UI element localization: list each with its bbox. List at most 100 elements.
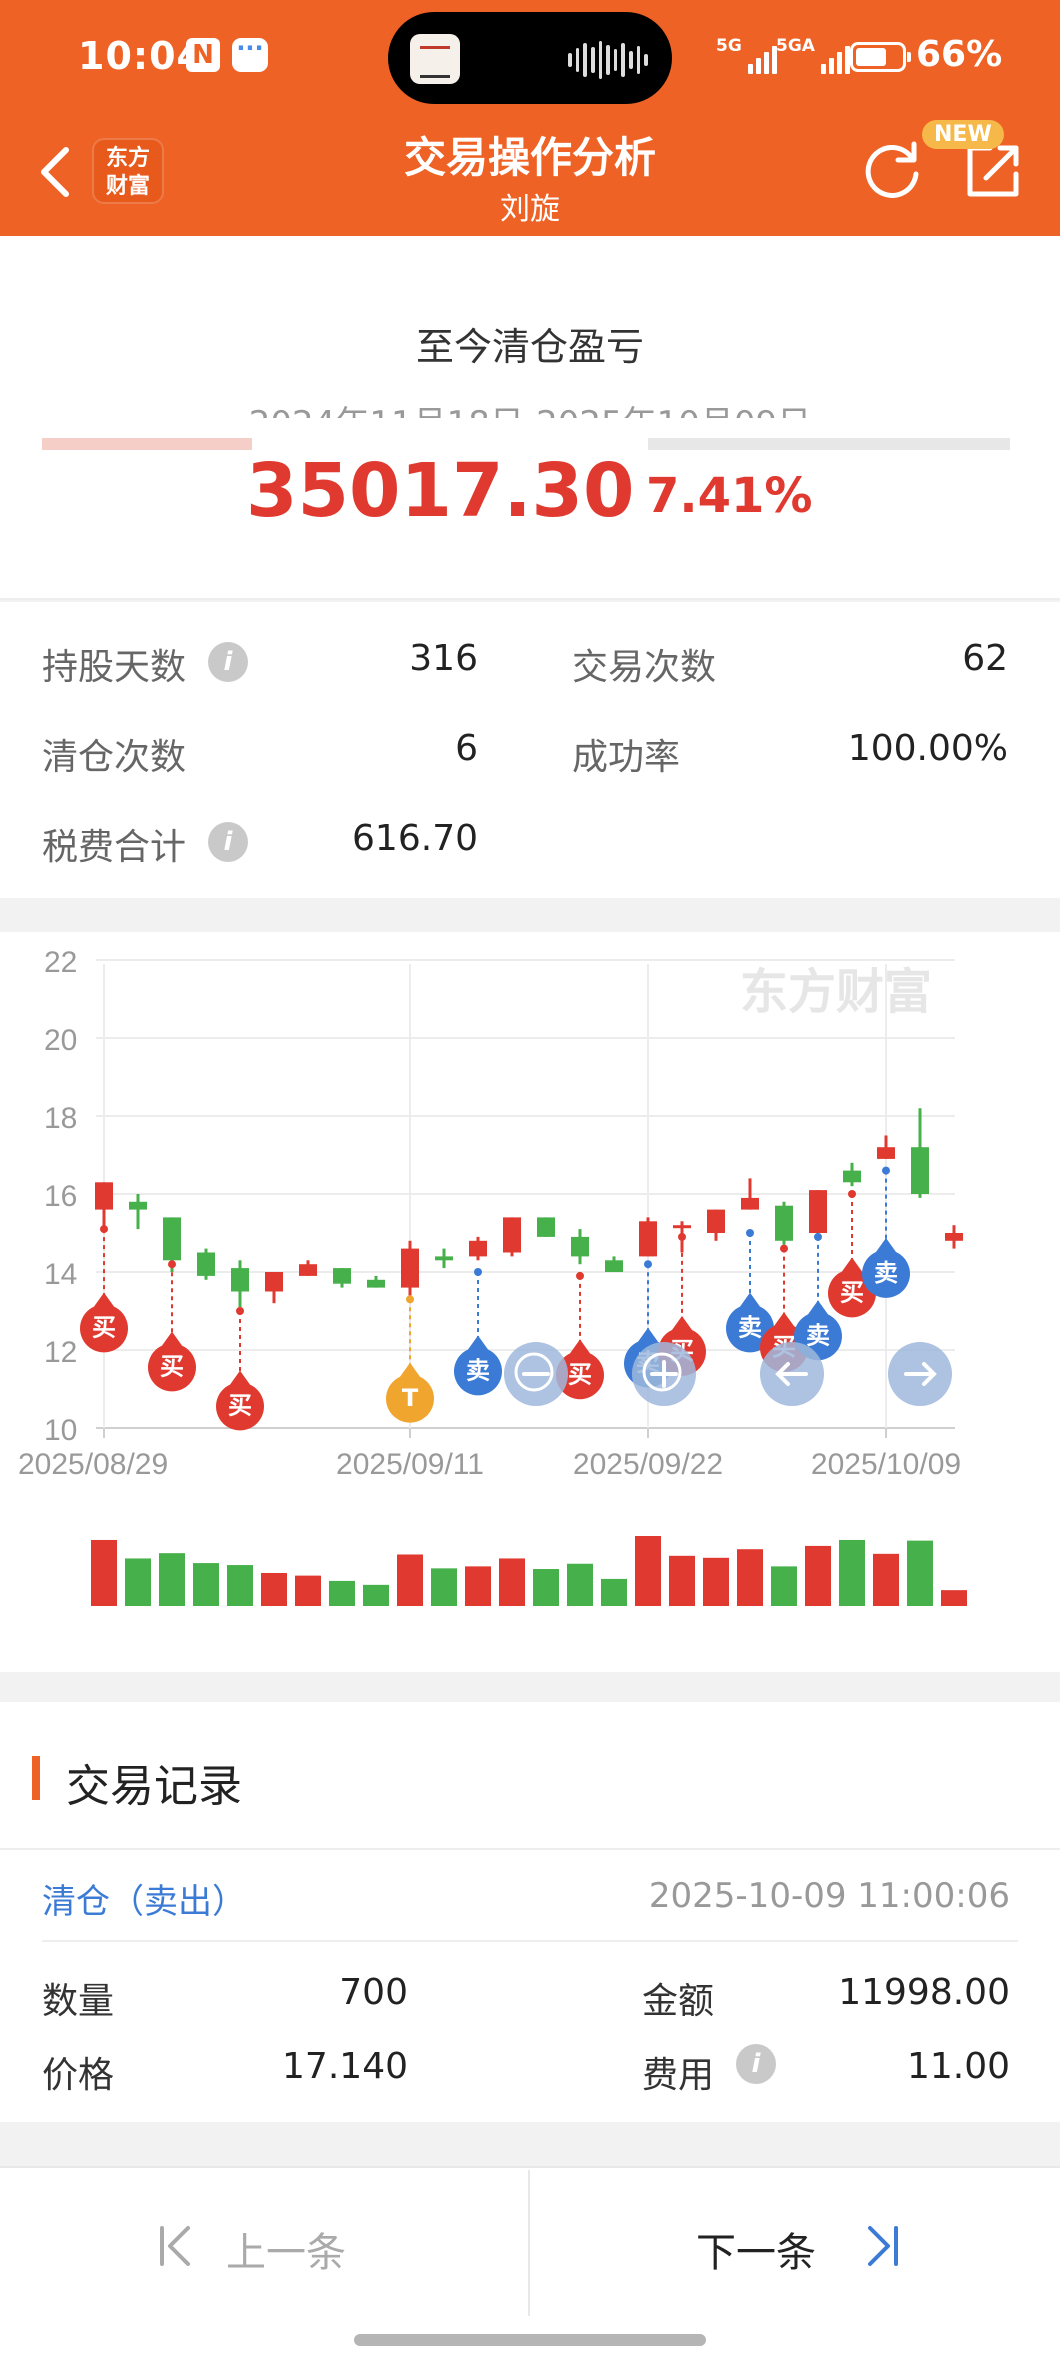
- zoom-in-icon[interactable]: [632, 1342, 696, 1406]
- candle-body: [299, 1264, 317, 1276]
- candle-body: [571, 1236, 589, 1257]
- volume-bar: [771, 1566, 797, 1606]
- candle-body: [197, 1252, 215, 1276]
- volume-bar: [907, 1540, 933, 1606]
- refresh-icon[interactable]: [860, 136, 926, 202]
- stats-panel: 持股天数 316 i 交易次数 62 清仓次数 6 成功率 100.00% 税费…: [0, 602, 1060, 1282]
- stat-fee-total: 税费合计 616.70: [42, 818, 478, 868]
- marker-anchor: [780, 1244, 788, 1253]
- fee-info-icon[interactable]: i: [736, 2044, 776, 2084]
- candle-body: [911, 1147, 929, 1194]
- marker-anchor: [100, 1225, 108, 1234]
- trade-marker-label: 买: [228, 1392, 252, 1420]
- x-tick-label: 2025/10/09: [811, 1448, 961, 1481]
- kline-chart[interactable]: 10 12 14 16 18 20 22 东方财富 2025/08/29 2025/09/11 20…: [0, 932, 1060, 1672]
- candle-body: [673, 1225, 691, 1229]
- records-title: 交易记录: [66, 1761, 242, 1812]
- app-header: 10:04 N 5G 5GA 66% 东方财富 交易操作分析 刘旋 NEW: [0, 0, 1060, 236]
- candle-body: [231, 1268, 249, 1292]
- message-icon: [232, 34, 268, 72]
- signal-5ga-icon: 5GA: [776, 36, 850, 74]
- candle-body: [333, 1268, 351, 1284]
- volume-bar: [261, 1572, 287, 1606]
- new-badge: NEW: [922, 120, 1004, 149]
- volume-bar: [499, 1558, 525, 1606]
- volume-bar: [125, 1558, 151, 1606]
- share-icon[interactable]: [962, 140, 1024, 202]
- stat-label: 税费合计: [42, 827, 187, 868]
- trade-marker-label: 买: [92, 1314, 116, 1342]
- fee-info-icon[interactable]: i: [208, 822, 248, 862]
- next-record-button[interactable]: 下一条: [532, 2168, 1060, 2318]
- candle-body: [163, 1217, 181, 1261]
- stat-label: 清仓次数: [42, 737, 187, 778]
- record-value: 11998.00: [838, 1972, 1010, 2013]
- y-tick-label: 22: [44, 946, 77, 979]
- candle-body: [809, 1190, 827, 1233]
- record-fee: 费用 11.00: [642, 2046, 1010, 2096]
- stat-label: 交易次数: [572, 647, 717, 688]
- marker-anchor: [474, 1268, 482, 1276]
- summary-profit: 35017.30: [246, 448, 635, 534]
- stat-value: 100.00%: [847, 728, 1008, 769]
- bottom-nav: 上一条 下一条: [0, 2166, 1060, 2376]
- record-amount: 金额 11998.00: [642, 1972, 1010, 2022]
- candle-body: [639, 1221, 657, 1257]
- stat-hold-days: 持股天数 316: [42, 638, 478, 688]
- marker-anchor: [814, 1232, 822, 1241]
- record-label: 金额: [642, 1981, 715, 2022]
- stat-value: 6: [455, 728, 478, 769]
- audio-wave-icon: [568, 40, 649, 80]
- volume-bar: [193, 1563, 219, 1606]
- divider: [528, 2170, 530, 2316]
- prev-label: 上一条: [226, 2230, 346, 2276]
- next-label: 下一条: [696, 2230, 816, 2276]
- volume-bar: [737, 1549, 763, 1606]
- divider: [0, 598, 1060, 600]
- stat-label: 持股天数: [42, 647, 187, 688]
- music-app-icon: [410, 34, 460, 84]
- signal-5g-icon: 5G: [716, 36, 777, 74]
- candle-body: [843, 1170, 861, 1183]
- volume-bar: [465, 1566, 491, 1606]
- stat-label: 成功率: [572, 737, 681, 778]
- trade-marker-label: 卖: [738, 1314, 762, 1342]
- arrow-right-icon[interactable]: [888, 1342, 952, 1406]
- next-record-peek: [0, 418, 1060, 458]
- divider: [42, 1940, 1018, 1942]
- marker-anchor: [406, 1295, 414, 1304]
- trade-marker-label: 买: [160, 1353, 184, 1381]
- volume-bar: [839, 1539, 865, 1606]
- zoom-out-icon[interactable]: [504, 1342, 568, 1406]
- marker-anchor: [644, 1260, 652, 1269]
- candle-body: [469, 1240, 487, 1257]
- prev-record-button[interactable]: 上一条: [0, 2168, 528, 2318]
- candle-body: [435, 1256, 453, 1261]
- trade-marker-label: 买: [568, 1360, 592, 1388]
- candle-body: [877, 1147, 895, 1159]
- section-accent-bar: [32, 1756, 40, 1800]
- hold-days-info-icon[interactable]: i: [208, 642, 248, 682]
- stat-value: 316: [409, 638, 478, 679]
- volume-bar: [295, 1575, 321, 1606]
- arrow-left-icon[interactable]: [760, 1342, 824, 1406]
- record-label: 价格: [42, 2055, 115, 2096]
- x-tick-label: 2025/08/29: [18, 1448, 168, 1481]
- candle-body: [707, 1209, 725, 1233]
- marker-anchor: [848, 1190, 856, 1198]
- trade-marker-label: 买: [840, 1279, 864, 1307]
- record-type: 清仓（卖出）: [42, 1882, 246, 1922]
- marker-anchor: [236, 1307, 244, 1315]
- stat-success-rate: 成功率 100.00%: [572, 728, 1008, 778]
- first-icon: [160, 2226, 190, 2266]
- battery-icon: [850, 42, 911, 72]
- record-value: 17.140: [282, 2046, 408, 2087]
- record-label: 费用: [642, 2055, 715, 2096]
- stat-trade-count: 交易次数 62: [572, 638, 1008, 688]
- kline-chart-card[interactable]: 10 12 14 16 18 20 22 东方财富 2025/08/29 2025/09/11 20…: [0, 932, 1060, 1672]
- candle-body: [95, 1182, 113, 1210]
- y-tick-label: 10: [44, 1414, 77, 1447]
- status-bar: 10:04 N 5G 5GA 66%: [0, 0, 1060, 116]
- volume-bar: [91, 1539, 117, 1606]
- watermark-text: 东方财富: [740, 964, 932, 1020]
